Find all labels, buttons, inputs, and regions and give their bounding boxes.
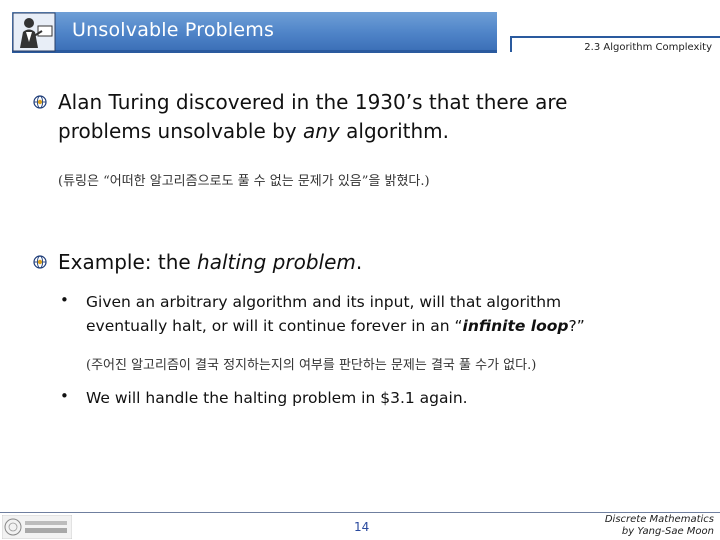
footer-credit-line-2: by Yang-Sae Moon xyxy=(621,526,714,537)
bullet-1-text: Alan Turing discovered in the 1930’s tha… xyxy=(58,88,708,146)
bullet-1-line-2-pre: problems unsolvable by xyxy=(58,119,303,143)
sub-bullet-1-korean: (주어진 알고리즘이 결국 정지하는지의 여부를 판단하는 문제는 결국 풀 수… xyxy=(86,358,537,373)
sub-bullet-1-emphasis: infinite loop xyxy=(462,317,569,335)
header-rule xyxy=(510,36,720,38)
footer-rule xyxy=(0,512,720,513)
bullet-1-emphasis: any xyxy=(303,119,340,143)
sub-bullet-dot-icon: • xyxy=(60,291,69,309)
page-number: 14 xyxy=(354,520,370,534)
sub-bullet-1-line-2-post: ?” xyxy=(568,317,585,335)
slide-title: Unsolvable Problems xyxy=(72,19,275,41)
sub-bullet-1-line-2: eventually halt, or will it continue for… xyxy=(86,314,711,338)
bullet-2-post: . xyxy=(355,250,363,274)
header-rule-tick xyxy=(510,36,512,52)
sub-bullet-1-line-2-pre: eventually halt, or will it continue for… xyxy=(86,317,463,335)
bullet-2-text: Example: the halting problem. xyxy=(58,248,708,277)
bullet-1-line-2: problems unsolvable by any algorithm. xyxy=(58,117,708,146)
sub-bullet-1-text: Given an arbitrary algorithm and its inp… xyxy=(86,290,711,338)
globe-bullet-icon xyxy=(33,95,47,109)
sub-bullet-2-text: We will handle the halting problem in $3… xyxy=(86,389,468,407)
slide-header: Unsolvable Problems 2.3 Algorithm Comple… xyxy=(0,0,720,62)
bullet-1-line-2-post: algorithm. xyxy=(339,119,450,143)
presenter-icon xyxy=(12,12,56,52)
sub-bullet-1-line-1: Given an arbitrary algorithm and its inp… xyxy=(86,293,562,311)
section-label: 2.3 Algorithm Complexity xyxy=(584,42,712,53)
bullet-2-pre: Example: the xyxy=(58,250,198,274)
globe-bullet-icon xyxy=(33,255,47,269)
bullet-1-korean: (튜링은 “어떠한 알고리즘으로도 풀 수 없는 문제가 있음”을 밝혔다.) xyxy=(58,174,430,189)
university-logo-icon xyxy=(2,515,72,539)
bullet-1-line-1: Alan Turing discovered in the 1930’s tha… xyxy=(58,90,568,114)
footer-credit: Discrete Mathematics by Yang-Sae Moon xyxy=(605,514,714,538)
bullet-2-emphasis: halting problem xyxy=(197,250,356,274)
sub-bullet-dot-icon: • xyxy=(60,387,69,405)
footer-credit-line-1: Discrete Mathematics xyxy=(604,514,714,525)
